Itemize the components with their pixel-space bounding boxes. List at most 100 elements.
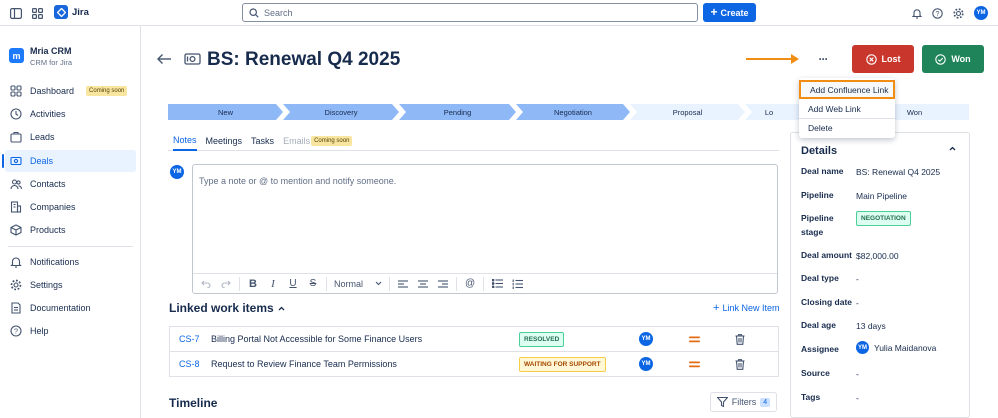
sidebar-item-leads[interactable]: Leads [5,126,136,148]
pipeline-stage[interactable]: Discovery [283,104,399,120]
deal-age-value: 13 days [856,321,886,331]
editor-toolbar: B I U S Normal @ [193,273,777,293]
tab-notes[interactable]: Notes [173,131,197,151]
undo-icon[interactable] [196,274,216,294]
pipeline-stage[interactable]: Proposal [630,104,745,120]
bullet-list-icon[interactable] [487,274,507,294]
more-actions-button[interactable]: ··· [813,50,833,68]
jira-logo-icon[interactable] [54,5,68,19]
align-center-icon[interactable] [413,274,433,294]
sidebar-item-documentation[interactable]: Documentation [5,297,136,319]
project-subtitle: CRM for Jira [30,58,73,67]
pipeline-stage-label: Pipeline [801,213,834,223]
menu-item-delete[interactable]: Delete [799,118,895,137]
activities-icon [10,108,22,120]
tags-value[interactable]: - [856,393,859,403]
linked-items-title[interactable]: Linked work items [169,301,285,315]
delete-trash-icon[interactable] [735,333,745,345]
activity-tabs: Notes Meetings Tasks Emails Coming soon [168,131,779,151]
pipeline-stage[interactable]: Negotiation [516,104,630,120]
deal-amount-value[interactable]: $82,000.00 [856,251,899,261]
work-item-key[interactable]: CS-8 [179,359,200,369]
note-editor[interactable]: Type a note or @ to mention and notify s… [192,164,778,294]
align-left-icon[interactable] [393,274,413,294]
table-row[interactable]: CS-8 Request to Review Finance Team Perm… [169,351,779,377]
won-button[interactable]: Won [922,45,984,73]
sidebar-item-label: Activities [30,109,66,119]
pipeline-stage-value[interactable]: NEGOTIATION [856,211,911,226]
closing-date-value[interactable]: - [856,298,859,308]
table-row[interactable]: CS-7 Billing Portal Not Accessible for S… [169,326,779,352]
sidebar-item-label: Products [30,225,66,235]
sidebar-item-help[interactable]: ? Help [5,320,136,342]
assignee-value[interactable]: YM Yulia Maidanova [856,341,936,354]
strikethrough-icon[interactable]: S [303,274,323,294]
mention-icon[interactable]: @ [460,274,480,294]
menu-item-add-web-link[interactable]: Add Web Link [799,99,895,118]
linked-items-title-text: Linked work items [169,301,274,315]
help-icon[interactable]: ? [930,6,944,20]
leads-icon [10,131,22,143]
sidebar-item-label: Leads [30,132,55,142]
sidebar-item-companies[interactable]: Companies [5,196,136,218]
deal-type-value[interactable]: - [856,274,859,284]
products-box-icon [10,224,22,236]
settings-gear-icon[interactable] [951,6,965,20]
sidebar-item-notifications[interactable]: Notifications [5,251,136,273]
back-arrow-icon[interactable] [155,52,173,66]
toolbar-divider [456,276,458,291]
lost-button[interactable]: Lost [852,45,914,73]
work-item-key[interactable]: CS-7 [179,334,200,344]
toolbar-divider [326,276,327,291]
app-name[interactable]: Jira [72,7,89,18]
notifications-bell-icon[interactable] [910,6,924,20]
stage-badge: NEGOTIATION [856,211,911,226]
pipeline-stage[interactable]: Pending [399,104,516,120]
create-button[interactable]: + Create [703,3,756,22]
sidebar-toggle-icon[interactable] [9,6,23,20]
sidebar-item-products[interactable]: Products [5,219,136,241]
align-right-icon[interactable] [433,274,453,294]
status-badge: RESOLVED [519,331,565,347]
contacts-icon [10,179,22,190]
pipeline-value[interactable]: Main Pipeline [856,191,907,201]
sidebar-item-contacts[interactable]: Contacts [5,173,136,195]
notifications-icon [10,257,22,268]
italic-icon[interactable]: I [263,274,283,294]
chevron-up-icon[interactable] [949,146,956,151]
link-new-item-button[interactable]: + Link New Item [713,302,779,313]
app-switcher-icon[interactable] [30,6,44,20]
search-icon [249,7,259,18]
sidebar-item-activities[interactable]: Activities [5,103,136,125]
sidebar-item-label: Contacts [30,179,66,189]
timeline-title: Timeline [169,396,218,410]
assignee-name: Yulia Maidanova [874,342,937,353]
underline-icon[interactable]: U [283,274,303,294]
menu-item-add-confluence-link[interactable]: Add Confluence Link [799,80,895,99]
dashboard-icon [10,85,22,97]
bold-icon[interactable]: B [243,274,263,294]
pipeline-stage[interactable]: New [168,104,283,120]
create-label: Create [720,7,749,18]
source-value[interactable]: - [856,369,859,379]
won-label: Won [951,54,971,64]
companies-icon [10,201,22,213]
tab-tasks[interactable]: Tasks [251,131,274,151]
tab-emails: Emails [283,135,311,146]
search-input[interactable]: Search [242,3,698,22]
deal-name-value[interactable]: BS: Renewal Q4 2025 [856,167,940,177]
pipeline-stage[interactable]: Lo [756,104,782,120]
delete-trash-icon[interactable] [735,358,745,370]
user-avatar[interactable]: YM [974,6,988,20]
filters-button[interactable]: Filters 4 [710,392,777,412]
numbered-list-icon[interactable] [507,274,527,294]
sidebar-item-settings[interactable]: Settings [5,274,136,296]
deal-icon [183,51,201,67]
sidebar-item-deals[interactable]: Deals [5,150,136,172]
redo-icon[interactable] [216,274,236,294]
text-style-select[interactable]: Normal [330,279,386,289]
chevron-up-icon [278,306,285,310]
toolbar-divider [389,276,391,291]
tab-meetings[interactable]: Meetings [206,131,243,151]
sidebar-item-dashboard[interactable]: Dashboard Coming soon [5,80,136,102]
